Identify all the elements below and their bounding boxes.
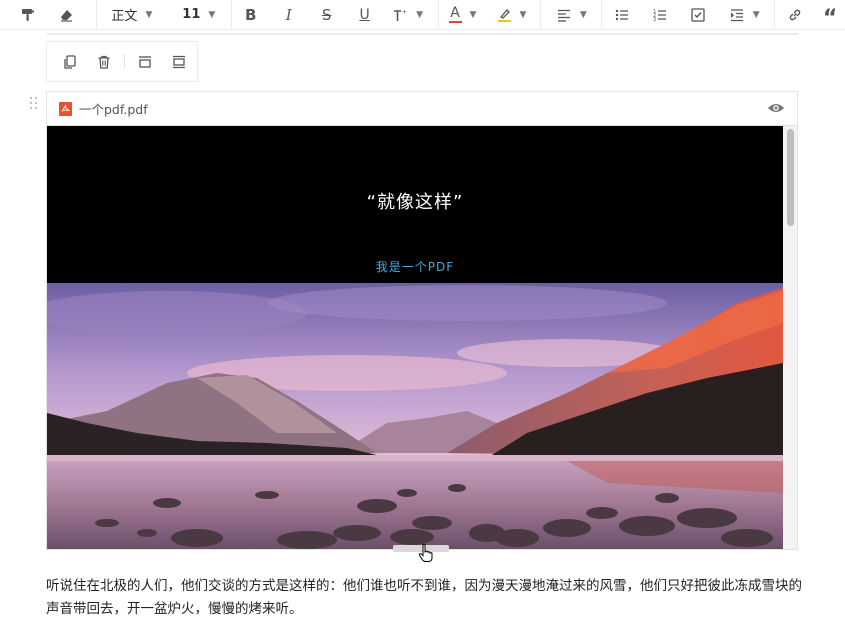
body-paragraph: 听说住在北极的人们，他们交谈的方式是这样的：他们谁也听不到谁，因为漫天漫地淹过来… xyxy=(46,578,802,617)
chevron-down-icon: ▼ xyxy=(208,9,216,20)
indent-icon[interactable]: ▼ xyxy=(720,0,768,30)
pdf-file-name: 一个pdf.pdf xyxy=(79,102,148,117)
underline-glyph: U xyxy=(359,6,370,23)
svg-text:3: 3 xyxy=(653,17,656,23)
bullet-list-icon[interactable] xyxy=(602,0,642,30)
copy-icon[interactable] xyxy=(56,48,84,76)
paragraph-style-value: 正文 xyxy=(111,9,138,24)
pdf-file-icon xyxy=(59,101,72,116)
delete-icon[interactable] xyxy=(90,48,118,76)
editor-toolbar: 正文 ▼ 11 ▼ B I S U + ▼ A ▼ ▼ ▼ 1 2 3 ▼ “ xyxy=(0,0,845,31)
italic-glyph: I xyxy=(285,5,292,24)
link-icon[interactable] xyxy=(775,0,815,30)
inline-layout-icon[interactable] xyxy=(131,48,159,76)
block-layout-icon[interactable] xyxy=(165,48,193,76)
underline-icon[interactable]: U xyxy=(346,0,384,30)
pdf-viewer[interactable]: “就像这样” 我是一个PDF xyxy=(47,126,797,549)
highlight-icon[interactable]: ▼ xyxy=(490,0,534,30)
pdf-page: “就像这样” 我是一个PDF xyxy=(47,126,783,549)
align-left-icon[interactable]: ▼ xyxy=(547,0,595,30)
drag-handle-icon[interactable] xyxy=(29,96,39,110)
quote-icon[interactable]: “ xyxy=(815,0,845,31)
paragraph-style-select[interactable]: 正文 ▼ xyxy=(97,0,167,30)
font-size-select[interactable]: 11 ▼ xyxy=(173,0,225,30)
quote-glyph: “ xyxy=(822,5,838,31)
ordered-list-icon[interactable]: 123 xyxy=(642,0,678,30)
pdf-header: 一个pdf.pdf xyxy=(47,92,797,126)
strike-glyph: S xyxy=(321,5,332,24)
superscript-icon[interactable]: + ▼ xyxy=(384,0,432,30)
chevron-down-icon: ▼ xyxy=(579,9,587,20)
chevron-down-icon: ▼ xyxy=(416,9,424,20)
chevron-down-icon: ▼ xyxy=(469,9,477,20)
pdf-page-subtitle: 我是一个PDF xyxy=(375,260,455,274)
eye-icon[interactable] xyxy=(767,101,785,115)
pdf-scrollbar-thumb[interactable] xyxy=(787,129,794,226)
font-color-icon[interactable]: A ▼ xyxy=(439,0,487,30)
block-toolbar xyxy=(46,41,198,82)
hand-cursor-icon xyxy=(418,543,433,562)
bold-icon[interactable]: B xyxy=(232,0,270,30)
font-color-glyph: A xyxy=(450,4,460,21)
bold-glyph: B xyxy=(245,5,257,24)
chevron-down-icon: ▼ xyxy=(752,9,760,20)
font-size-value: 11 xyxy=(182,7,201,22)
pdf-page-title: “就像这样” xyxy=(366,192,464,213)
format-painter-icon[interactable] xyxy=(14,0,42,30)
chevron-down-icon: ▼ xyxy=(145,9,153,20)
eraser-icon[interactable] xyxy=(52,0,80,30)
svg-text:+: + xyxy=(402,9,407,16)
pdf-attachment-card[interactable]: 一个pdf.pdf “就像这样” 我是一个PDF xyxy=(46,91,798,550)
checklist-icon[interactable] xyxy=(678,0,718,30)
chevron-down-icon: ▼ xyxy=(519,9,527,20)
strikethrough-icon[interactable]: S xyxy=(308,0,346,30)
italic-icon[interactable]: I xyxy=(270,0,308,30)
landscape-image xyxy=(47,283,783,549)
editor-top-divider xyxy=(47,33,798,35)
